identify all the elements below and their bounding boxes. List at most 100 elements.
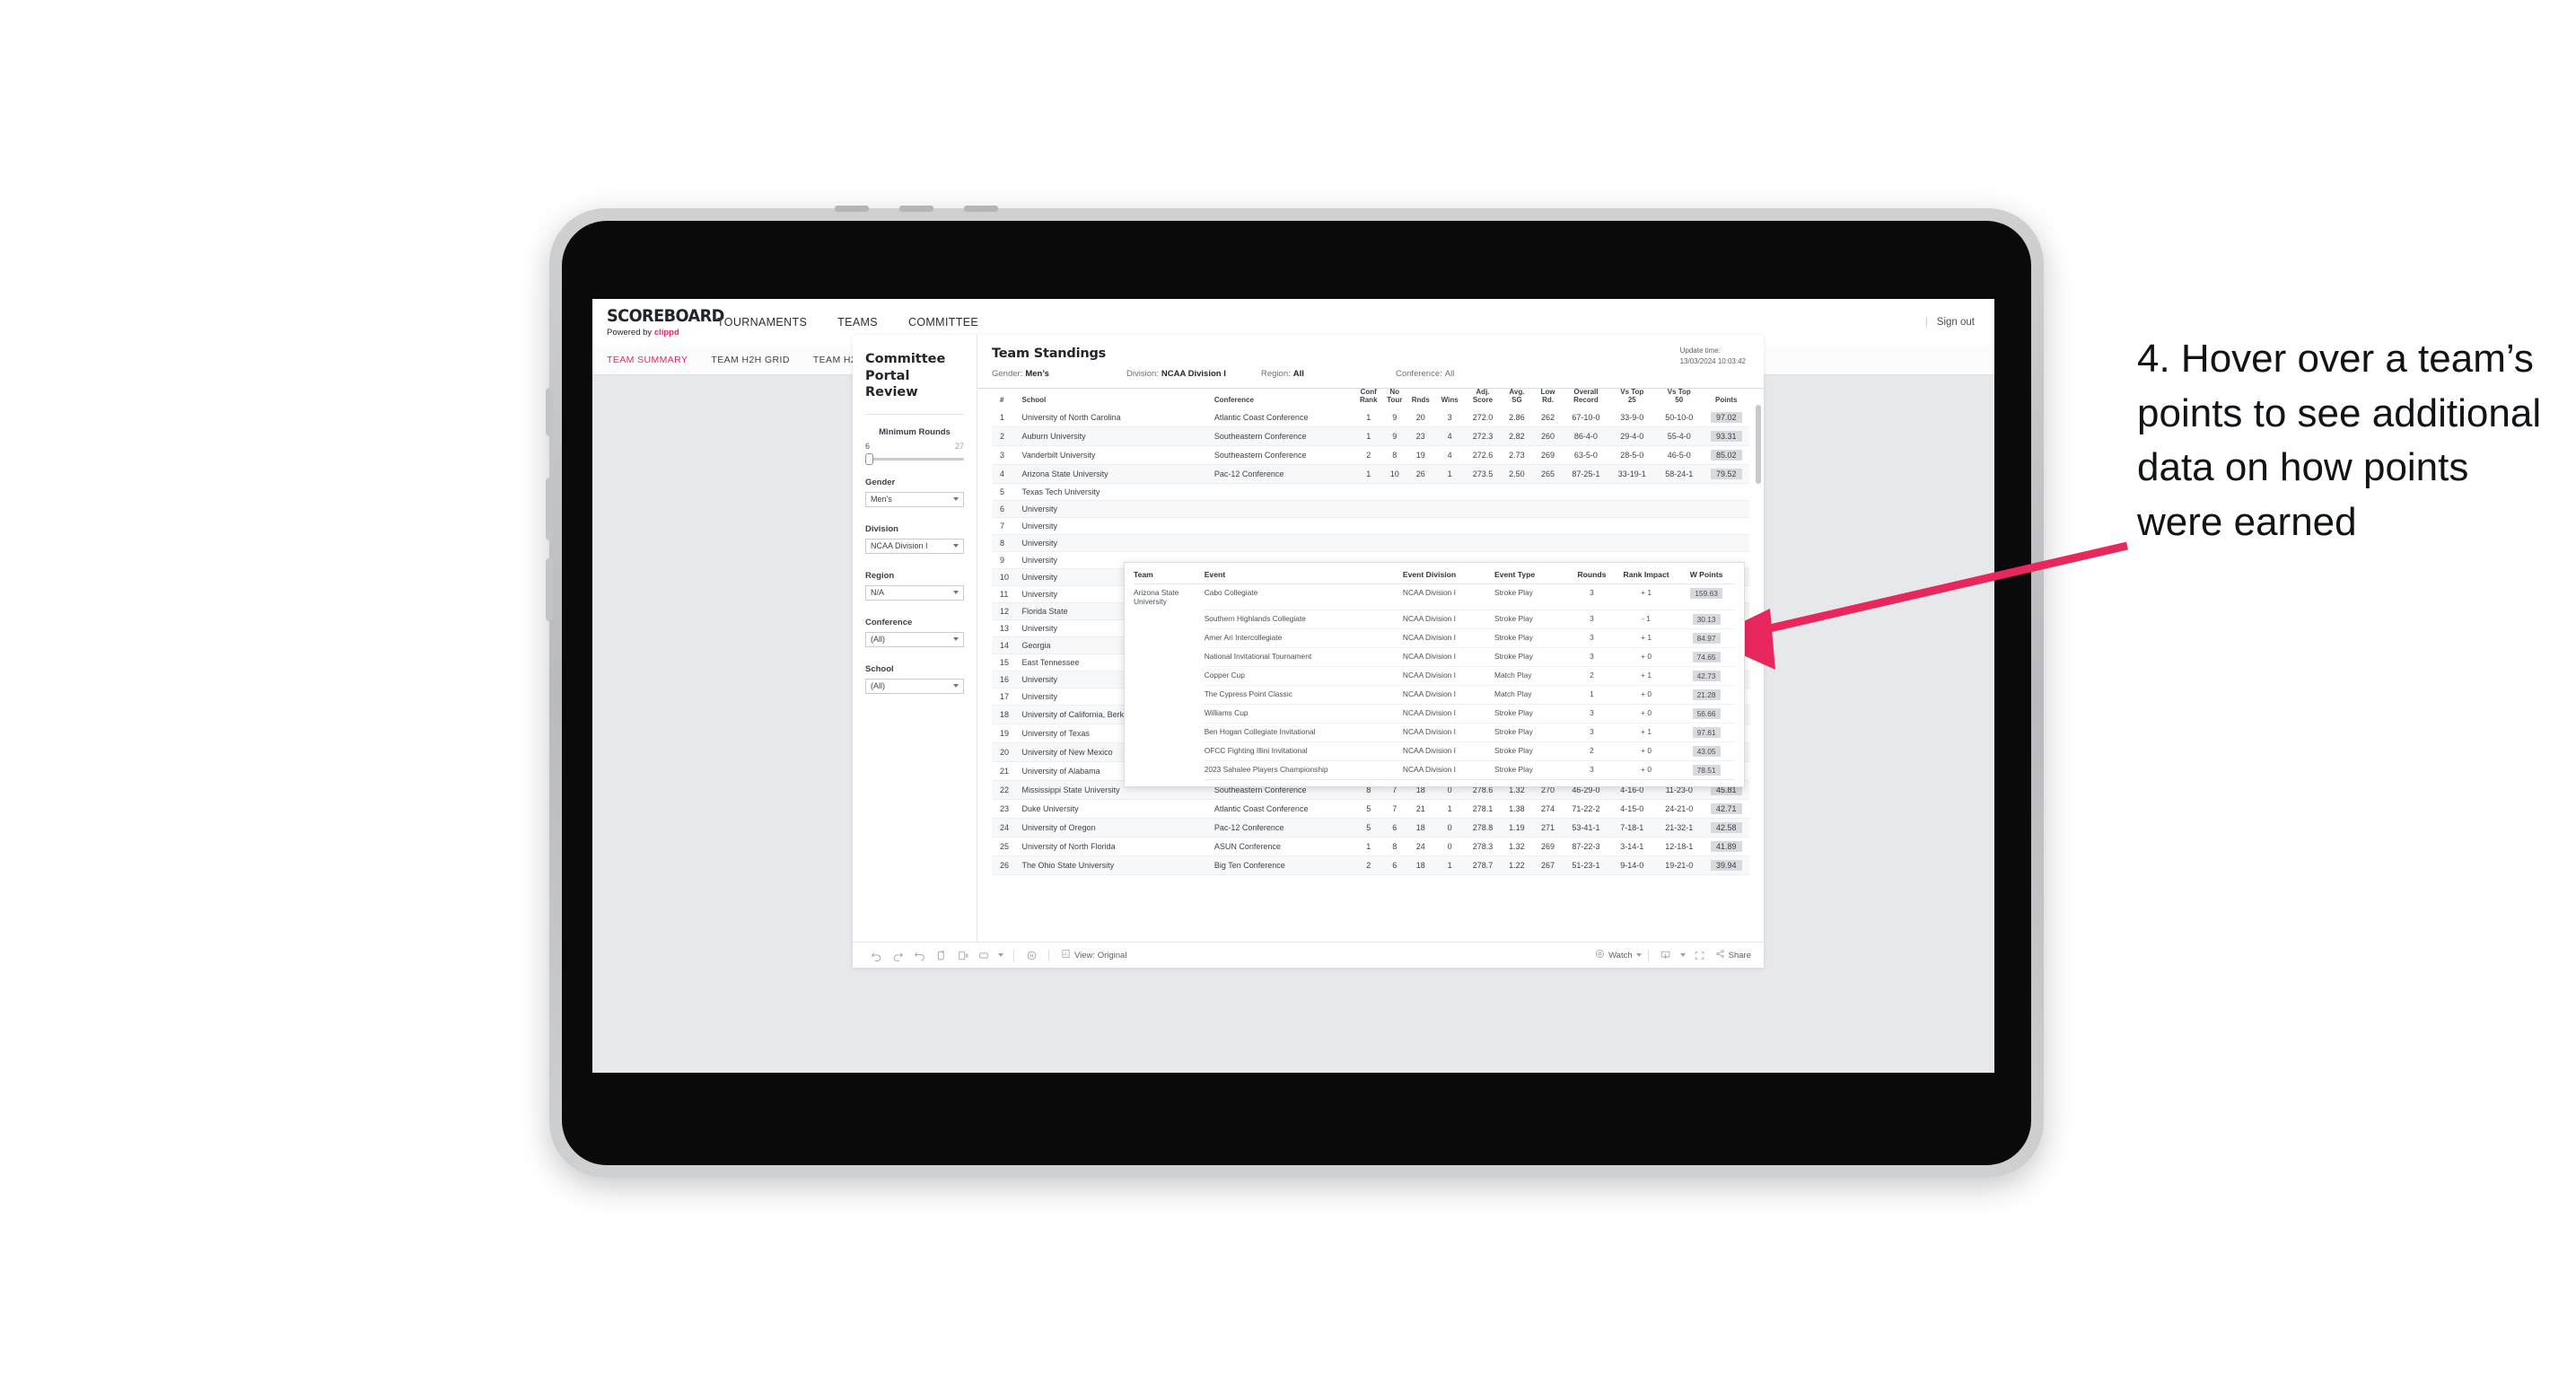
table-row[interactable]: 7 University [992, 517, 1749, 535]
cell-wins: 1 [1434, 855, 1465, 875]
filter-select-division[interactable]: NCAA Division I [865, 538, 964, 554]
table-row[interactable]: 23 Duke University Atlantic Coast Conferen… [992, 799, 1749, 819]
cell-vs_top_50: 58-24-1 [1654, 464, 1704, 484]
points-value[interactable]: 42.58 [1711, 821, 1742, 833]
cell-low_rd: 274 [1532, 799, 1564, 819]
cell-vs_top_50: 24-21-0 [1654, 799, 1704, 819]
tt-cell-rank_impact: + 1 [1614, 583, 1678, 610]
standings-title: Team Standings [992, 346, 1107, 361]
table-row[interactable]: 25 University of North Florida ASUN Confer… [992, 837, 1749, 856]
tt-col-event-division: Event Division [1402, 568, 1494, 584]
col-conference[interactable]: Conference [1206, 389, 1354, 408]
nav-divider: | [1924, 317, 1928, 328]
share-button[interactable]: Share [1715, 949, 1751, 961]
cell-conf_rank: 1 [1354, 426, 1383, 446]
cell-avg_sg [1501, 534, 1533, 552]
cell-avg_sg [1501, 517, 1533, 535]
device-layout-chevron-icon[interactable] [994, 946, 1007, 964]
table-row[interactable]: 3 Vanderbilt University Southeastern Confe… [992, 445, 1749, 465]
nav-tab-tournaments[interactable]: TOURNAMENTS [702, 299, 822, 346]
cell-conference: Southeastern Conference [1205, 426, 1355, 446]
view-original-button[interactable]: View: Original [1061, 949, 1126, 961]
table-row[interactable]: 1 University of North Carolina Atlantic Co… [992, 408, 1749, 427]
revert-icon[interactable] [908, 946, 930, 964]
tt-cell-event: Ben Hogan Collegiate Invitational [1204, 723, 1403, 742]
cell-low_rd: 265 [1532, 464, 1564, 484]
cell-avg_sg: 1.38 [1501, 799, 1533, 819]
cell-points [1703, 483, 1749, 501]
cell-adj_score: 278.7 [1464, 855, 1502, 875]
subtab-team-h2h-grid[interactable]: TEAM H2H GRID [711, 355, 789, 365]
watch-button[interactable]: Watch [1595, 949, 1642, 961]
points-value[interactable]: 79.52 [1711, 468, 1742, 479]
col-points[interactable]: Points [1704, 389, 1749, 408]
col-overall-record[interactable]: Overall Record [1563, 388, 1608, 408]
col-school[interactable]: School [1014, 389, 1206, 408]
refresh-data-icon[interactable] [930, 946, 951, 964]
redo-icon[interactable] [887, 946, 908, 964]
filter-select-conference[interactable]: (All) [865, 631, 964, 647]
fullscreen-icon[interactable] [1689, 946, 1711, 964]
pause-icon[interactable] [1021, 946, 1042, 964]
meta-value: Men’s [1025, 369, 1049, 379]
col-conf-rank[interactable]: Conf Rank [1354, 388, 1382, 408]
cell-low_rd: 269 [1532, 445, 1564, 465]
undo-icon[interactable] [865, 946, 887, 964]
cell-low_rd: 271 [1532, 818, 1564, 838]
points-value[interactable]: 97.02 [1711, 411, 1742, 423]
table-row[interactable]: 24 University of Oregon Pac-12 Conference 5… [992, 818, 1749, 838]
cell-avg_sg: 2.86 [1501, 408, 1533, 427]
cell-overall_record: 63-5-0 [1563, 445, 1609, 465]
cell-num: 4 [992, 464, 1014, 484]
points-value[interactable]: 42.71 [1711, 803, 1742, 814]
cell-vs_top_50: 12-18-1 [1654, 837, 1704, 856]
cell-no_tour: 9 [1382, 426, 1407, 446]
cell-vs_top_50 [1654, 517, 1704, 535]
device-layout-icon[interactable] [973, 946, 994, 964]
points-value[interactable]: 93.31 [1711, 430, 1742, 442]
col-avg-sg[interactable]: Avg. SG [1501, 388, 1533, 408]
table-row[interactable]: 5 Texas Tech University [992, 483, 1749, 501]
minimum-rounds-slider[interactable] [865, 452, 964, 465]
col-vs-top-50[interactable]: Vs Top 50 [1655, 388, 1704, 408]
points-detail-tooltip: Team Event Event Division Event Type Rou… [1124, 562, 1745, 787]
tt-cell-event_division: NCAA Division I [1402, 583, 1494, 610]
col-num[interactable]: # [992, 389, 1014, 408]
col-rnds[interactable]: Rnds [1406, 389, 1434, 408]
table-row[interactable]: 2 Auburn University Southeastern Conferenc… [992, 426, 1749, 446]
pause-auto-update-icon[interactable] [951, 946, 973, 964]
filter-select-school[interactable]: (All) [865, 678, 964, 694]
panel-title: Committee Portal Review [865, 351, 964, 401]
tt-cell-rounds: 3 [1568, 610, 1615, 629]
filter-select-gender[interactable]: Men’s [865, 491, 964, 507]
sign-out-link[interactable]: Sign out [1937, 317, 1975, 328]
col-low-rd[interactable]: Low Rd. [1533, 388, 1563, 408]
cell-wins [1434, 500, 1465, 518]
col-wins[interactable]: Wins [1434, 389, 1464, 408]
slider-handle[interactable] [865, 452, 873, 465]
brand-logo[interactable]: SCOREBOARD Powered by clippd [592, 299, 724, 346]
points-value[interactable]: 85.02 [1711, 449, 1742, 461]
cell-vs_top_25: 28-5-0 [1608, 445, 1655, 465]
table-row[interactable]: 6 University [992, 500, 1749, 518]
col-vs-top-25[interactable]: Vs Top 25 [1609, 388, 1655, 408]
col-adj-score[interactable]: Adj. Score [1465, 388, 1501, 408]
vertical-scrollbar[interactable] [1756, 405, 1761, 484]
filter-select-region[interactable]: N/A [865, 584, 964, 601]
tt-cell-rank_impact: + 1 [1614, 666, 1678, 686]
cell-overall_record: 86-4-0 [1563, 426, 1609, 446]
col-no-tour[interactable]: No Tour [1382, 388, 1406, 408]
points-value[interactable]: 39.94 [1711, 859, 1742, 871]
points-value[interactable]: 41.89 [1711, 840, 1742, 852]
cell-conf_rank: 2 [1354, 445, 1383, 465]
download-chevron-icon[interactable] [1677, 946, 1689, 964]
view-original-label: View: Original [1074, 950, 1127, 961]
tt-cell-rounds: 3 [1568, 647, 1615, 667]
download-icon[interactable] [1655, 946, 1677, 964]
cell-vs_top_25: 3-14-1 [1608, 837, 1655, 856]
cell-wins: 4 [1434, 445, 1465, 465]
table-row[interactable]: 4 Arizona State University Pac-12 Conferen… [992, 464, 1749, 484]
subtab-team-summary[interactable]: TEAM SUMMARY [607, 355, 688, 365]
table-row[interactable]: 26 The Ohio State University Big Ten Confe… [992, 855, 1749, 875]
table-row[interactable]: 8 University [992, 534, 1749, 552]
